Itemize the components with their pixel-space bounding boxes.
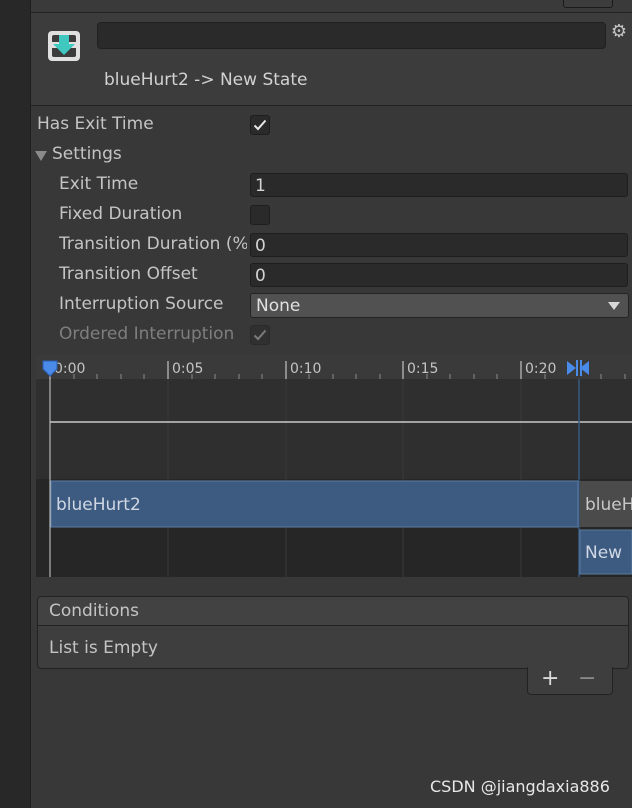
tick-label-4: 0:20 — [525, 361, 556, 377]
watermark: CSDN @jiangdaxia886 — [430, 777, 610, 796]
gear-icon[interactable]: ⚙ — [609, 20, 629, 44]
exit-time-label: Exit Time — [59, 174, 139, 194]
interruption-source-value: None — [256, 296, 301, 316]
conditions-empty-text: List is Empty — [49, 638, 158, 658]
tick-label-3: 0:15 — [407, 361, 438, 377]
destination-state-label-upper: blueH — [585, 495, 632, 515]
settings-foldout-label[interactable]: Settings — [52, 144, 122, 164]
has-exit-time-checkbox[interactable] — [250, 115, 270, 135]
remove-condition-button[interactable]: − — [578, 666, 596, 691]
conditions-panel: Conditions List is Empty — [37, 596, 629, 669]
checkmark-icon — [253, 329, 267, 341]
transition-offset-field[interactable]: 0 — [250, 263, 628, 287]
destination-state-label: New — [585, 543, 622, 563]
exit-time-field[interactable]: 1 — [250, 173, 628, 197]
ordered-interruption-checkbox — [250, 325, 270, 345]
ordered-interruption-label: Ordered Interruption — [59, 324, 235, 344]
transition-duration-field[interactable]: 0 — [250, 233, 628, 257]
transition-offset-label: Transition Offset — [59, 264, 198, 284]
transition-name-field[interactable] — [97, 22, 606, 49]
fixed-duration-label: Fixed Duration — [59, 204, 183, 224]
tick-label-2: 0:10 — [290, 361, 321, 377]
interruption-source-label: Interruption Source — [59, 294, 224, 314]
timeline-curve-area — [36, 379, 632, 479]
tick-label-0: 0:00 — [54, 361, 85, 377]
conditions-add-remove-bar — [527, 667, 613, 695]
transition-icon — [48, 31, 80, 61]
has-exit-time-label: Has Exit Time — [37, 114, 154, 134]
source-state-label: blueHurt2 — [56, 495, 141, 515]
left-panel-strip — [0, 0, 31, 808]
transition-duration-label: Transition Duration (% — [59, 234, 247, 254]
checkmark-icon — [253, 119, 267, 131]
top-tab[interactable] — [563, 0, 613, 8]
settings-foldout-arrow-icon[interactable] — [35, 151, 47, 161]
add-condition-button[interactable]: + — [541, 666, 559, 691]
fixed-duration-checkbox[interactable] — [250, 205, 270, 225]
conditions-title: Conditions — [49, 601, 139, 621]
interruption-source-dropdown[interactable]: None — [250, 293, 629, 318]
tick-label-1: 0:05 — [172, 361, 203, 377]
transition-title: blueHurt2 -> New State — [104, 70, 308, 90]
transition-timeline[interactable]: 0:00 0:05 0:10 0:15 0:20 blueHurt2 blueH… — [36, 355, 632, 577]
top-strip — [31, 0, 632, 13]
dropdown-arrow-icon — [608, 302, 620, 310]
